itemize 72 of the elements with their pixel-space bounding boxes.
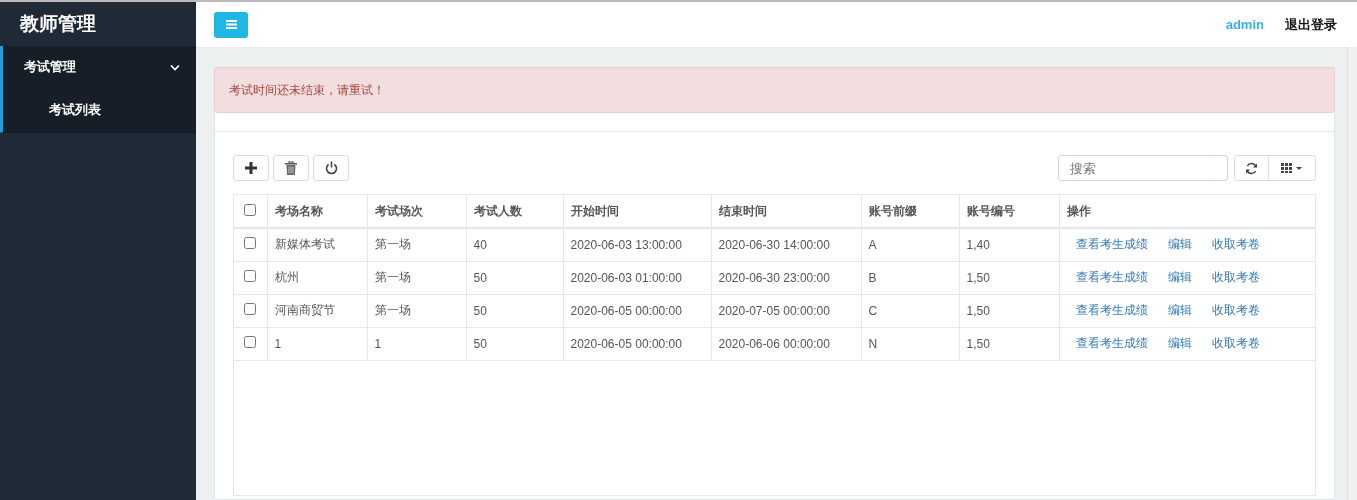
action-link[interactable]: 收取考卷 [1211,303,1260,317]
table-cell: A [868,237,877,252]
table-cell: 2020-06-03 01:00:00 [570,270,682,285]
refresh-button[interactable] [1234,155,1269,181]
table-cell: 2020-06-03 13:00:00 [570,237,682,252]
delete-button[interactable] [273,155,309,181]
trash-icon [285,161,297,175]
table-cell: C [868,303,878,318]
table-cell: 杭州 [274,270,299,284]
scrollbar[interactable] [1347,47,1357,500]
column-header: 结束时间 [718,203,767,218]
action-link[interactable]: 收取考卷 [1211,336,1260,350]
menu-item[interactable]: 考试管理 [3,46,196,88]
table-cell: 50 [473,270,487,285]
add-button[interactable] [233,155,269,181]
menu-button[interactable] [214,11,248,38]
action-link[interactable]: 收取考卷 [1211,237,1260,252]
submenu-item[interactable]: 考试列表 [3,88,196,132]
grid-caret-icon [1281,163,1303,173]
table-cell: 2020-07-05 00:00:00 [718,303,830,318]
action-link[interactable]: 编辑 [1167,336,1192,350]
table-cell: 1,40 [966,237,990,252]
row-checkbox[interactable] [244,336,257,348]
power-icon [324,161,338,175]
table-cell: 1,50 [966,303,990,318]
action-link[interactable]: 查看考生成绩 [1075,270,1148,284]
table-cell: 1 [374,336,382,351]
table-cell: 新媒体考试 [274,237,335,252]
refresh-icon [1245,161,1258,175]
column-header: 考场名称 [274,203,323,218]
table-cell: B [868,270,877,285]
column-header: 账号前缀 [868,203,917,218]
table-cell: 2020-06-06 00:00:00 [718,336,830,351]
table-cell: 第一场 [374,270,411,284]
plus-icon [245,162,257,174]
table-cell: 40 [473,237,487,252]
search-field[interactable]: 搜索 [1058,155,1228,181]
column-header: 考试场次 [374,203,423,218]
alert-message: 考试时间还未结束，请重试！ [229,81,385,99]
table-cell: 50 [473,336,487,351]
table-cell: 河南商贸节 [274,303,335,317]
row-checkbox[interactable] [244,303,257,315]
columns-button[interactable] [1269,155,1316,181]
table-cell: 2020-06-05 00:00:00 [570,336,682,351]
column-header: 考试人数 [473,203,522,218]
table-cell: 第一场 [374,237,411,252]
action-link[interactable]: 查看考生成绩 [1075,336,1148,350]
table-cell: 1,50 [966,336,990,351]
action-link[interactable]: 编辑 [1167,303,1192,317]
row-checkbox[interactable] [244,270,257,282]
row-checkbox[interactable] [244,237,257,250]
action-link[interactable]: 查看考生成绩 [1075,303,1148,317]
table-cell: 1,50 [966,270,990,285]
menu-icon [225,20,237,29]
column-header: 开始时间 [570,203,619,218]
table-cell: 第一场 [374,303,411,317]
table-cell: 2020-06-30 23:00:00 [718,270,830,285]
table-cell: 1 [274,336,282,351]
app-title: 教师管理 [18,12,97,36]
action-link[interactable]: 编辑 [1167,237,1192,252]
action-link[interactable]: 收取考卷 [1211,270,1260,284]
action-link[interactable]: 查看考生成绩 [1075,237,1148,252]
select-all-checkbox[interactable] [244,203,257,216]
table-cell: 2020-06-05 00:00:00 [570,303,682,318]
column-header: 账号编号 [966,203,1015,218]
logout-link[interactable]: 退出登录 [1285,15,1337,34]
table-cell: N [868,336,878,351]
table-cell: 2020-06-30 14:00:00 [718,237,830,252]
action-link[interactable]: 编辑 [1167,270,1192,284]
power-button[interactable] [313,155,349,181]
table-cell: 50 [473,303,487,318]
column-header: 操作 [1066,203,1091,218]
